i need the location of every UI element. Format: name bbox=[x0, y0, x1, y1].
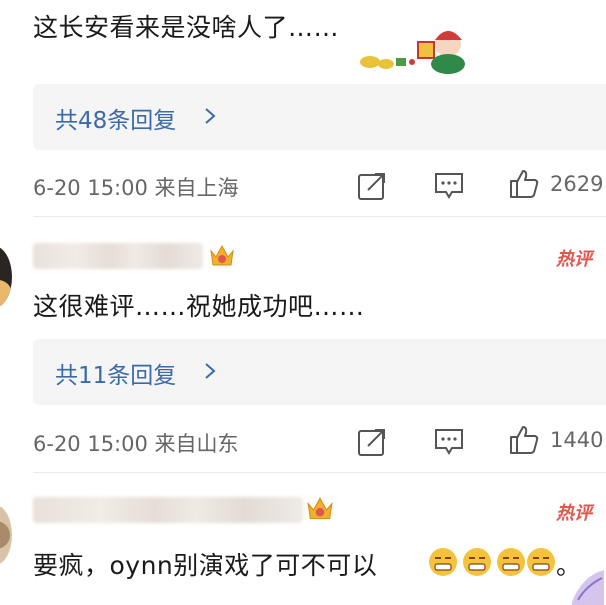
share-icon[interactable] bbox=[356, 426, 388, 458]
decorative-sticker-icon bbox=[572, 570, 604, 605]
comment-icon[interactable] bbox=[433, 426, 465, 458]
share-icon[interactable] bbox=[356, 170, 388, 202]
comment-meta: 6-20 15:00 来自上海 bbox=[33, 176, 239, 200]
festive-sticker-icon bbox=[360, 30, 466, 74]
reply-count-link[interactable]: 共48条回复 bbox=[55, 101, 176, 135]
like-count: 2629 bbox=[550, 172, 604, 196]
comment-text: 这长安看来是没啥人了…… bbox=[33, 13, 340, 42]
grimace-emoji-icon bbox=[429, 548, 555, 576]
comment-text: 要疯，oynn别演戏了可不可以 bbox=[33, 551, 378, 580]
reply-box[interactable]: 共48条回复 bbox=[33, 84, 606, 150]
hot-comment-badge: 热评 bbox=[556, 503, 592, 524]
reply-box[interactable]: 共11条回复 bbox=[33, 339, 606, 405]
comment-text: 这很难评……祝她成功吧…… bbox=[33, 292, 365, 321]
username-blurred[interactable] bbox=[33, 243, 203, 269]
crown-badge-icon bbox=[307, 497, 333, 520]
like-count: 1440 bbox=[550, 428, 604, 452]
username-blurred[interactable] bbox=[33, 497, 303, 523]
comment-meta: 6-20 15:00 来自山东 bbox=[33, 432, 239, 456]
avatar[interactable] bbox=[0, 246, 12, 308]
hot-comment-badge: 热评 bbox=[556, 249, 592, 270]
divider bbox=[33, 472, 606, 473]
avatar[interactable] bbox=[0, 505, 12, 565]
chevron-right-icon bbox=[205, 108, 216, 124]
thumbs-up-icon[interactable] bbox=[508, 168, 540, 200]
divider bbox=[33, 216, 606, 217]
crown-badge-icon bbox=[210, 244, 234, 266]
reply-count-link[interactable]: 共11条回复 bbox=[55, 356, 176, 390]
thumbs-up-icon[interactable] bbox=[508, 424, 540, 456]
comment-icon[interactable] bbox=[433, 170, 465, 202]
chevron-right-icon bbox=[205, 363, 216, 379]
